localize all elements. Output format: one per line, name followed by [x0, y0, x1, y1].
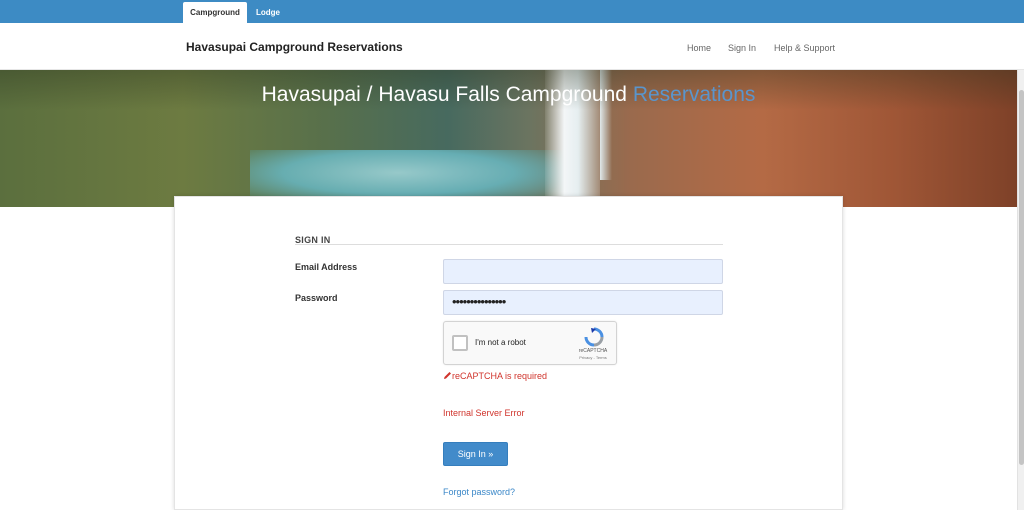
- nav-home-link[interactable]: Home: [687, 42, 711, 54]
- nav-help-support-link[interactable]: Help & Support: [774, 42, 835, 54]
- tab-campground[interactable]: Campground: [183, 2, 247, 23]
- scrollbar-thumb[interactable]: [1019, 90, 1024, 465]
- recaptcha-logo-icon: [584, 327, 604, 347]
- hero-title-main: Havasupai / Havasu Falls Campground: [261, 83, 633, 106]
- recaptcha-widget: I'm not a robot reCAPTCHA Privacy - Term…: [443, 321, 617, 365]
- password-field[interactable]: •••••••••••••••: [443, 290, 723, 315]
- section-divider: [295, 244, 723, 245]
- email-field[interactable]: [443, 259, 723, 284]
- recaptcha-error: reCAPTCHA is required: [443, 371, 547, 381]
- email-label: Email Address: [295, 262, 358, 272]
- tab-lodge[interactable]: Lodge: [249, 2, 287, 23]
- recaptcha-checkbox[interactable]: [452, 335, 468, 351]
- pencil-icon: [444, 372, 451, 379]
- signin-card: SIGN IN Email Address Password •••••••••…: [174, 196, 843, 510]
- site-brand[interactable]: Havasupai Campground Reservations: [186, 39, 403, 55]
- password-value: •••••••••••••••: [452, 294, 506, 309]
- recaptcha-label: I'm not a robot: [475, 338, 526, 347]
- recaptcha-brand: reCAPTCHA: [578, 348, 608, 354]
- recaptcha-error-text: reCAPTCHA is required: [452, 371, 548, 381]
- page-scrollbar[interactable]: [1017, 70, 1024, 510]
- recaptcha-terms-link[interactable]: Privacy - Terms: [572, 355, 614, 360]
- hero-title: Havasupai / Havasu Falls Campground Rese…: [0, 82, 1017, 108]
- nav-sign-in-link[interactable]: Sign In: [728, 42, 756, 54]
- top-tab-bar: Campground Lodge: [0, 0, 1024, 23]
- sign-in-button[interactable]: Sign In »: [443, 442, 508, 466]
- hero-banner: Havasupai / Havasu Falls Campground Rese…: [0, 70, 1017, 207]
- main-navbar: Havasupai Campground Reservations Home S…: [0, 23, 1024, 70]
- password-label: Password: [295, 293, 338, 303]
- hero-title-highlight: Reservations: [632, 83, 756, 106]
- server-error-message: Internal Server Error: [443, 408, 525, 418]
- forgot-password-link[interactable]: Forgot password?: [443, 487, 515, 497]
